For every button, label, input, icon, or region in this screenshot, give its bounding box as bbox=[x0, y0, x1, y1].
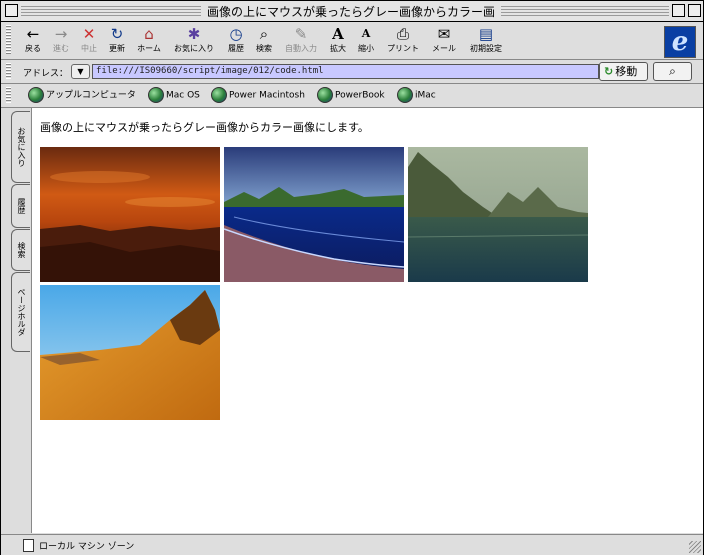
desert-mountain-image[interactable] bbox=[40, 285, 220, 420]
autofill-label: 自動入力 bbox=[285, 44, 317, 53]
home-button[interactable]: ⌂ ホーム bbox=[134, 25, 164, 57]
chevron-down-icon: ▼ bbox=[77, 67, 84, 76]
preferences-icon: ▤ bbox=[478, 25, 494, 43]
title-bar-stripes bbox=[501, 5, 669, 17]
print-button[interactable]: ⎙ プリント bbox=[387, 25, 419, 57]
address-bar: アドレス： ▼ file:///IS09660/script/image/012… bbox=[1, 60, 703, 84]
favorites-button[interactable]: ✱ お気に入り bbox=[174, 25, 214, 57]
globe-icon bbox=[211, 87, 227, 103]
sunset-landscape-image[interactable] bbox=[40, 147, 220, 282]
history-icon: ◷ bbox=[229, 25, 243, 43]
window-title: 画像の上にマウスが乗ったらグレー画像からカラー画 bbox=[201, 3, 501, 20]
search-button[interactable]: ⌕ 検索 bbox=[249, 25, 279, 57]
security-zone: ローカル マシン ゾーン bbox=[39, 542, 135, 552]
smaller-text-icon: A bbox=[361, 27, 371, 40]
autofill-icon: ✎ bbox=[294, 25, 308, 43]
favorites-icon: ✱ bbox=[187, 25, 201, 43]
search-icon: ⌕ bbox=[259, 25, 269, 43]
close-box[interactable] bbox=[5, 4, 18, 17]
tab-favorites[interactable]: お気に入り bbox=[11, 111, 30, 183]
beach-landscape-image[interactable] bbox=[224, 147, 404, 282]
address-label: アドレス： bbox=[23, 69, 69, 79]
back-icon: ← bbox=[26, 25, 40, 43]
print-icon: ⎙ bbox=[396, 25, 409, 43]
favorites-label: お気に入り bbox=[174, 44, 214, 53]
home-label: ホーム bbox=[137, 44, 161, 53]
title-bar[interactable]: 画像の上にマウスが乗ったらグレー画像からカラー画 bbox=[1, 1, 703, 22]
toolbar-grip[interactable] bbox=[6, 25, 11, 55]
favorite-link-power-macintosh[interactable]: Power Macintosh bbox=[211, 87, 305, 103]
address-input[interactable]: file:///IS09660/script/image/012/code.ht… bbox=[92, 64, 599, 79]
favorite-link-imac[interactable]: iMac bbox=[397, 87, 436, 103]
address-bar-grip[interactable] bbox=[6, 63, 11, 79]
mountain-lake-image[interactable] bbox=[408, 147, 588, 282]
favorites-bar: アップルコンピュータ Mac OS Power Macintosh PowerB… bbox=[1, 84, 703, 108]
favorite-link-apple[interactable]: アップルコンピュータ bbox=[28, 87, 136, 103]
search-options-button[interactable]: ⌕ bbox=[653, 62, 692, 81]
favorite-label: PowerBook bbox=[335, 90, 385, 101]
favorite-link-powerbook[interactable]: PowerBook bbox=[317, 87, 385, 103]
title-bar-stripes bbox=[21, 5, 201, 17]
page-content: 画像の上にマウスが乗ったらグレー画像からカラー画像にします。 bbox=[31, 108, 703, 533]
larger-text-icon: A bbox=[332, 25, 344, 43]
browser-window: 画像の上にマウスが乗ったらグレー画像からカラー画 ← 戻る → 進む ✕ 中止 ↻ 更新… bbox=[0, 0, 704, 555]
collapse-box[interactable] bbox=[688, 4, 701, 17]
smaller-text-label: 縮小 bbox=[358, 44, 374, 53]
page-icon bbox=[23, 539, 34, 552]
home-icon: ⌂ bbox=[144, 25, 154, 43]
preferences-button[interactable]: ▤ 初期設定 bbox=[470, 25, 502, 57]
globe-icon bbox=[317, 87, 333, 103]
ie-logo[interactable]: e bbox=[664, 26, 696, 58]
stop-icon: ✕ bbox=[82, 25, 96, 43]
resize-handle[interactable] bbox=[689, 541, 701, 553]
mail-label: メール bbox=[432, 44, 456, 53]
favorite-label: アップルコンピュータ bbox=[46, 90, 136, 101]
smaller-text-button[interactable]: A 縮小 bbox=[351, 25, 381, 57]
go-label: 移動 bbox=[615, 65, 638, 78]
address-dropdown-button[interactable]: ▼ bbox=[71, 64, 90, 79]
favorite-link-macos[interactable]: Mac OS bbox=[148, 87, 200, 103]
search-label: 検索 bbox=[256, 44, 272, 53]
refresh-icon: ↻ bbox=[110, 25, 124, 43]
globe-icon bbox=[148, 87, 164, 103]
autofill-button[interactable]: ✎ 自動入力 bbox=[285, 25, 317, 57]
tab-history[interactable]: 履歴 bbox=[11, 184, 30, 228]
status-bar: ローカル マシン ゾーン bbox=[1, 534, 703, 555]
globe-icon bbox=[28, 87, 44, 103]
go-arrow-icon: ↻ bbox=[604, 65, 614, 78]
tab-search[interactable]: 検索 bbox=[11, 229, 30, 271]
globe-icon bbox=[397, 87, 413, 103]
magnifier-icon: ⌕ bbox=[669, 64, 676, 78]
preferences-label: 初期設定 bbox=[470, 44, 502, 53]
forward-icon: → bbox=[54, 25, 68, 43]
zoom-box[interactable] bbox=[672, 4, 685, 17]
favorite-label: iMac bbox=[415, 90, 436, 101]
button-toolbar: ← 戻る → 進む ✕ 中止 ↻ 更新 ⌂ ホーム ✱ お気に入り ◷ 履歴 ⌕ 検索 ✎ 自動入… bbox=[1, 22, 703, 60]
favorite-label: Power Macintosh bbox=[229, 90, 305, 101]
favorite-label: Mac OS bbox=[166, 90, 200, 101]
print-label: プリント bbox=[387, 44, 419, 53]
favorites-bar-grip[interactable] bbox=[6, 87, 11, 103]
tab-page-holder[interactable]: ページホルダ bbox=[11, 272, 30, 352]
go-button[interactable]: ↻ 移動 bbox=[599, 62, 648, 81]
page-message: 画像の上にマウスが乗ったらグレー画像からカラー画像にします。 bbox=[40, 121, 369, 134]
mail-button[interactable]: ✉ メール bbox=[429, 25, 459, 57]
mail-icon: ✉ bbox=[437, 25, 451, 43]
